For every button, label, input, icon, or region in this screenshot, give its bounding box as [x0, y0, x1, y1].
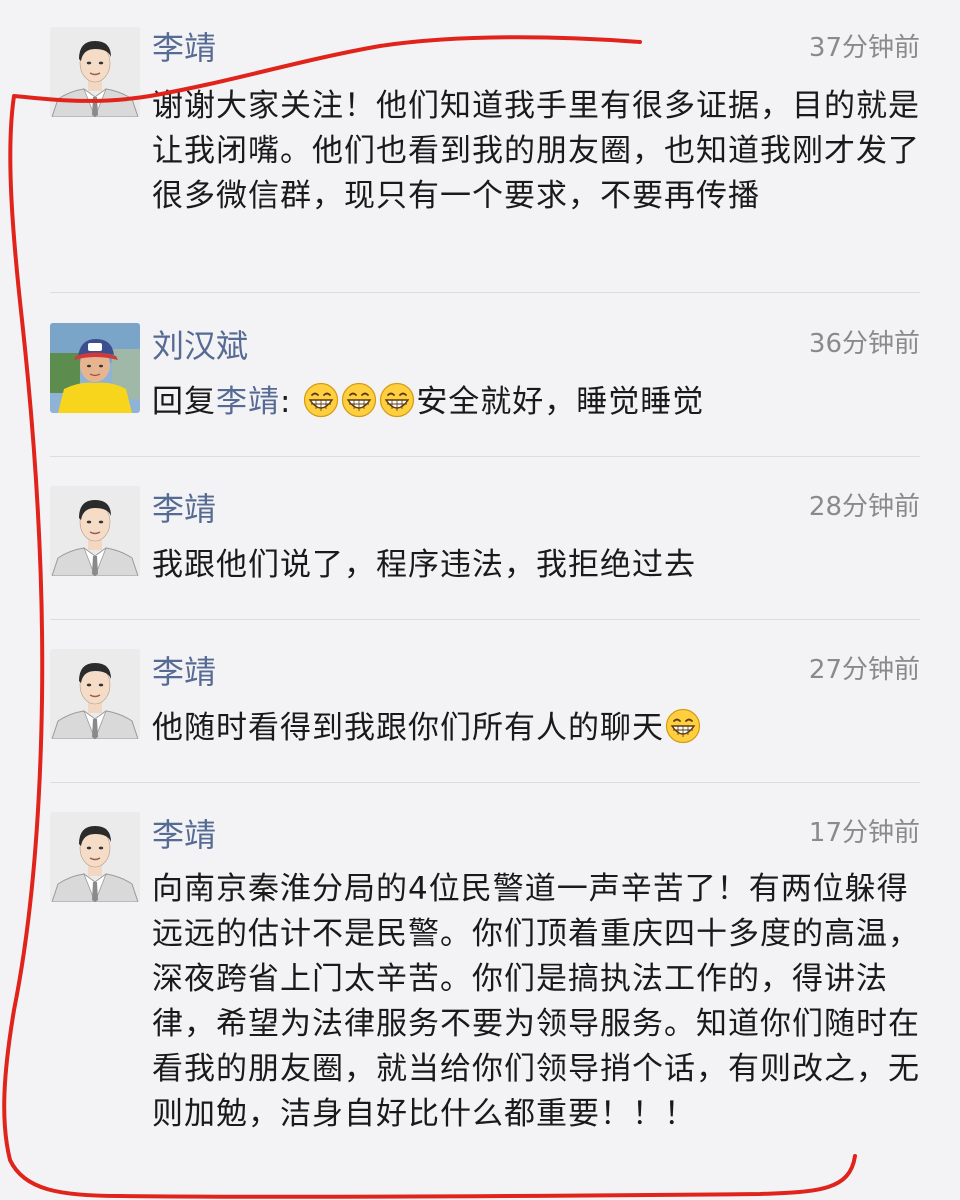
grinning-face-icon	[341, 382, 377, 418]
comment-time: 37分钟前	[808, 33, 920, 63]
grinning-face-icon	[379, 382, 415, 418]
reply-prefix: 回复	[152, 384, 216, 420]
avatar[interactable]	[50, 486, 140, 576]
comment-time: 36分钟前	[808, 329, 920, 359]
man-in-suit-avatar-icon	[50, 812, 140, 902]
avatar[interactable]	[50, 649, 140, 739]
avatar[interactable]	[50, 27, 140, 117]
comment-text: 他随时看得到我跟你们所有人的聊天	[152, 706, 932, 751]
comment-time: 27分钟前	[808, 655, 920, 685]
man-in-suit-avatar-icon	[50, 486, 140, 576]
man-in-suit-avatar-icon	[50, 27, 140, 117]
reply-to-name[interactable]: 李靖	[216, 384, 280, 420]
comment-text-body: 他随时看得到我跟你们所有人的聊天	[152, 710, 664, 746]
commenter-name[interactable]: 李靖	[152, 652, 216, 692]
comment-time: 28分钟前	[808, 492, 920, 522]
comment-text: 向南京秦淮分局的4位民警道一声辛苦了！有两位躲得远远的估计不是民警。你们顶着重庆…	[152, 871, 920, 1132]
commenter-name[interactable]: 刘汉斌	[152, 326, 248, 366]
comment-text: 我跟他们说了，程序违法，我拒绝过去	[152, 547, 696, 583]
avatar[interactable]	[50, 323, 140, 413]
boy-in-cap-avatar-icon	[50, 323, 140, 413]
reply-colon: :	[280, 384, 292, 420]
commenter-name[interactable]: 李靖	[152, 815, 216, 855]
commenter-name[interactable]: 李靖	[152, 489, 216, 529]
comment-time: 17分钟前	[808, 818, 920, 848]
divider	[50, 619, 920, 620]
divider	[50, 292, 920, 293]
comment-text: 谢谢大家关注！他们知道我手里有很多证据，目的就是让我闭嘴。他们也看到我的朋友圈，…	[152, 88, 920, 214]
avatar[interactable]	[50, 812, 140, 902]
comment-text: 回复李靖: 安全就好，睡觉睡觉	[152, 380, 932, 425]
divider	[50, 782, 920, 783]
reply-text: 安全就好，睡觉睡觉	[416, 384, 705, 420]
man-in-suit-avatar-icon	[50, 649, 140, 739]
commenter-name[interactable]: 李靖	[152, 28, 216, 68]
divider	[50, 456, 920, 457]
grinning-face-icon	[303, 382, 339, 418]
grinning-face-icon	[665, 708, 701, 744]
comment-list: 李靖 37分钟前 谢谢大家关注！他们知道我手里有很多证据，目的就是让我闭嘴。他们…	[0, 0, 960, 1200]
